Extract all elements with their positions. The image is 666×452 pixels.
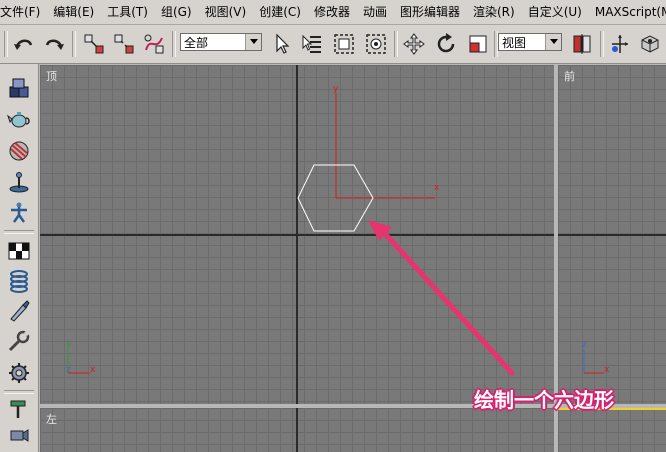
mirror-button[interactable] (606, 30, 634, 58)
create-box-button[interactable] (6, 76, 32, 102)
side-panel-separator (4, 390, 34, 394)
hammer-icon (10, 400, 26, 418)
gizmo-x-label: x (434, 183, 440, 193)
create-biped-button[interactable] (6, 200, 32, 226)
menu-rendering[interactable]: 渲染(R) (467, 0, 522, 24)
select-object-icon (276, 33, 290, 54)
menu-file[interactable]: 文件(F) (0, 0, 47, 24)
viewport-front[interactable]: 前 z x (558, 65, 666, 404)
link-icon (84, 34, 104, 54)
redo-button[interactable] (40, 30, 68, 58)
use-pivot-center-button[interactable] (568, 30, 596, 58)
unlink-icon (114, 34, 134, 54)
camera-button[interactable] (6, 422, 32, 448)
bind-space-warp-icon (144, 34, 164, 54)
use-pivot-icon (573, 34, 591, 54)
command-panel-strip (0, 64, 39, 452)
checker-icon (8, 242, 30, 260)
mirror-icon (612, 35, 628, 53)
bone-icon (11, 202, 27, 223)
select-and-move-button[interactable] (400, 30, 428, 58)
menu-customize[interactable]: 自定义(U) (522, 0, 589, 24)
viewport-perspective[interactable] (558, 408, 666, 452)
corner-z-label: z (66, 365, 71, 375)
annotation-caption: 绘制一个六边形 (474, 388, 614, 412)
undo-button[interactable] (10, 30, 38, 58)
menu-edit[interactable]: 编辑(E) (47, 0, 101, 24)
create-teapot-button[interactable] (6, 106, 32, 132)
select-by-name-icon (302, 34, 321, 53)
rectangular-selection-icon (334, 34, 354, 54)
window-crossing-button[interactable] (362, 30, 390, 58)
rectangular-selection-button[interactable] (330, 30, 358, 58)
corner-z-label: z (582, 340, 587, 350)
checker-material-button[interactable] (6, 238, 32, 264)
chevron-down-icon (545, 34, 561, 50)
main-toolbar: 全部 视图 (0, 25, 666, 64)
select-and-rotate-button[interactable] (432, 30, 460, 58)
slice-tool-button[interactable] (6, 298, 32, 324)
viewport-label[interactable]: 左 (46, 411, 57, 427)
select-and-link-button[interactable] (80, 30, 108, 58)
viewport-left[interactable]: 左 (40, 408, 554, 452)
settings-button[interactable] (6, 360, 32, 386)
spring-icon (10, 270, 28, 293)
viewport-top[interactable]: 顶 y x y x z (40, 65, 554, 404)
plane-icon (9, 172, 29, 193)
render-button[interactable] (636, 30, 664, 58)
select-object-button[interactable] (268, 30, 296, 58)
toolbar-separator (72, 31, 76, 57)
side-panel-separator (4, 230, 34, 234)
toolbar-grip (4, 31, 8, 57)
world-axis-vertical (296, 408, 298, 452)
select-by-name-button[interactable] (298, 30, 326, 58)
selection-filter-value: 全部 (184, 36, 209, 50)
move-icon (403, 33, 425, 55)
toolbar-separator (600, 31, 604, 57)
box-icon (9, 78, 29, 98)
corner-y-label: y (66, 339, 72, 349)
menu-create[interactable]: 创建(C) (253, 0, 308, 24)
menu-group[interactable]: 组(G) (155, 0, 199, 24)
spring-button[interactable] (6, 268, 32, 294)
top-viewport-drawing (67, 93, 515, 376)
create-plane-button[interactable] (6, 170, 32, 196)
toolbar-separator (172, 31, 176, 57)
wrench-icon (8, 330, 30, 352)
rotate-icon (437, 33, 455, 53)
selection-filter-dropdown[interactable]: 全部 (180, 33, 262, 51)
unlink-selection-button[interactable] (110, 30, 138, 58)
hammer-tool-button[interactable] (6, 396, 32, 422)
utilities-button[interactable] (6, 328, 32, 354)
select-and-scale-button[interactable] (464, 30, 492, 58)
bind-to-space-warp-button[interactable] (140, 30, 168, 58)
menu-tools[interactable]: 工具(T) (101, 0, 155, 24)
front-viewport-drawing (583, 349, 604, 374)
undo-icon (14, 39, 33, 50)
camera-icon (10, 429, 29, 442)
sphere-icon (9, 141, 29, 161)
reference-coordinate-dropdown[interactable]: 视图 (498, 33, 562, 51)
render-icon (641, 35, 659, 53)
annotation-arrow (377, 225, 515, 376)
teapot-icon (7, 112, 30, 128)
gizmo-y-label: y (333, 84, 339, 94)
knife-icon (10, 300, 30, 322)
corner-x-label: x (604, 365, 610, 375)
menu-maxscript[interactable]: MAXScript(M) (589, 0, 666, 24)
window-crossing-icon (366, 34, 386, 54)
scale-icon (469, 35, 487, 53)
gear-icon (9, 363, 29, 383)
redo-icon (45, 39, 64, 50)
corner-x-label: x (90, 365, 96, 375)
menu-modifiers[interactable]: 修改器 (308, 0, 357, 24)
menu-bar: 文件(F) 编辑(E) 工具(T) 组(G) 视图(V) 创建(C) 修改器 动… (0, 0, 666, 25)
menu-view[interactable]: 视图(V) (199, 0, 254, 24)
menu-animation[interactable]: 动画 (357, 0, 394, 24)
reference-coordinate-value: 视图 (502, 36, 527, 50)
menu-graph-editors[interactable]: 图形编辑器 (394, 0, 467, 24)
chevron-down-icon (245, 34, 261, 50)
toolbar-separator (394, 31, 398, 57)
create-sphere-button[interactable] (6, 138, 32, 164)
